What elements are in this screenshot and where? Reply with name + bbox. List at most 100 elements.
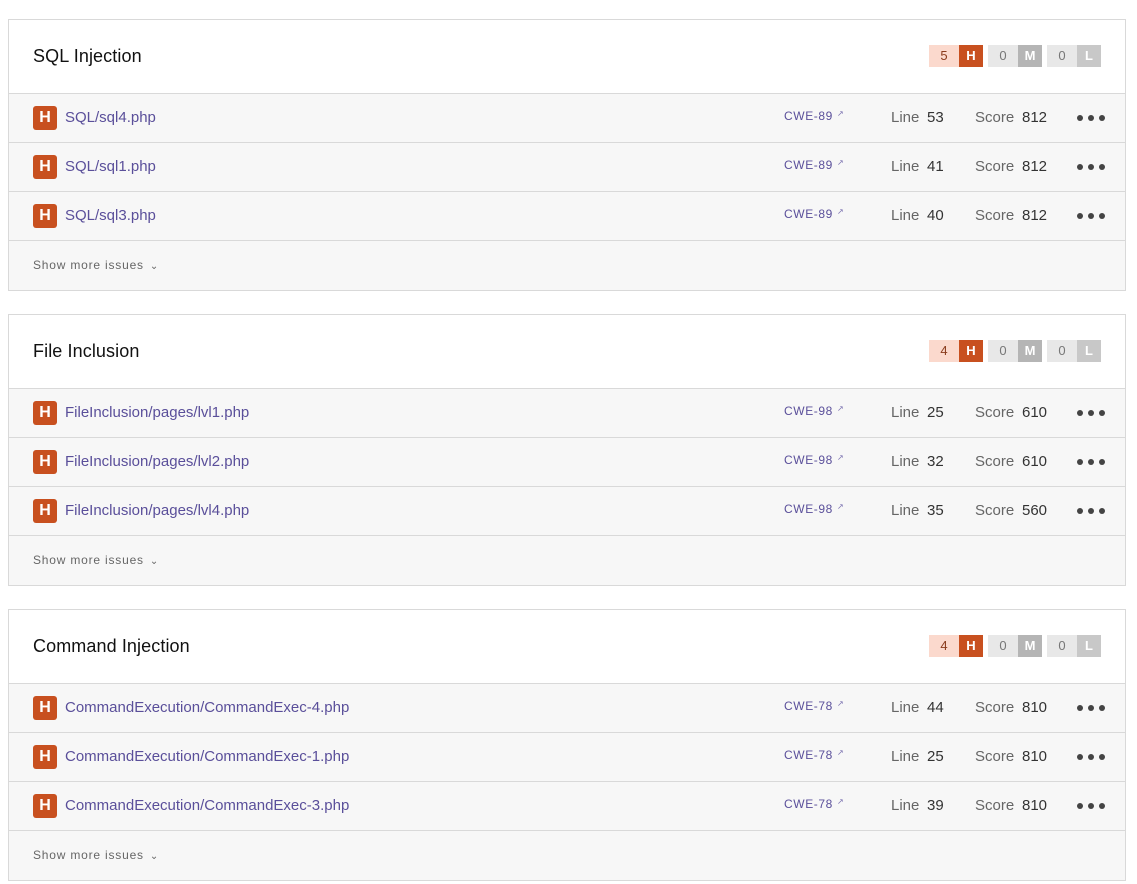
line-number: 32 — [927, 453, 944, 470]
line-number: 41 — [927, 158, 944, 175]
issue-row: H CommandExecution/CommandExec-1.php CWE… — [9, 733, 1125, 782]
issue-row: H FileInclusion/pages/lvl1.php CWE-98 ↗ L… — [9, 389, 1125, 438]
cwe-label: CWE-98 — [784, 453, 833, 467]
line-label: Line — [891, 502, 920, 519]
high-severity-badge: H — [33, 204, 57, 228]
score-label: Score — [975, 699, 1015, 716]
more-dots-icon — [1077, 754, 1083, 760]
medium-count: 0 — [988, 635, 1018, 657]
cwe-label: CWE-98 — [784, 502, 833, 516]
chevron-down-icon: ⌄ — [149, 851, 160, 862]
show-more-issues-button[interactable]: Show more issues ⌄ — [33, 553, 159, 567]
cwe-link[interactable]: CWE-98 ↗ — [784, 404, 844, 418]
cwe-link[interactable]: CWE-89 ↗ — [784, 207, 844, 221]
more-dots-icon — [1077, 213, 1083, 219]
score-label: Score — [975, 404, 1015, 421]
chevron-down-icon: ⌄ — [149, 556, 160, 567]
more-actions-button[interactable] — [1077, 206, 1105, 226]
severity-counts: 4 H 0 M 0 L — [929, 635, 1101, 657]
score-value: 812 — [1022, 158, 1048, 175]
cwe-link[interactable]: CWE-78 ↗ — [784, 748, 844, 762]
cwe-label: CWE-78 — [784, 797, 833, 811]
issue-file-link[interactable]: FileInclusion/pages/lvl4.php — [65, 502, 249, 519]
score-label: Score — [975, 797, 1015, 814]
issue-row: H SQL/sql1.php CWE-89 ↗ Line 41 Score 812 — [9, 143, 1125, 192]
more-actions-button[interactable] — [1077, 747, 1105, 767]
line-number: 44 — [927, 699, 944, 716]
issue-file-link[interactable]: CommandExecution/CommandExec-4.php — [65, 699, 349, 716]
issue-file-link[interactable]: SQL/sql4.php — [65, 109, 156, 126]
cwe-link[interactable]: CWE-98 ↗ — [784, 453, 844, 467]
high-severity-badge: H — [33, 401, 57, 425]
high-severity-badge: H — [33, 794, 57, 818]
line-label: Line — [891, 699, 920, 716]
high-severity-badge: H — [33, 696, 57, 720]
external-link-icon: ↗ — [836, 699, 845, 708]
cwe-link[interactable]: CWE-89 ↗ — [784, 158, 844, 172]
issue-file-link[interactable]: CommandExecution/CommandExec-3.php — [65, 797, 349, 814]
line-number: 25 — [927, 748, 944, 765]
external-link-icon: ↗ — [836, 453, 845, 462]
line-label: Line — [891, 207, 920, 224]
more-actions-button[interactable] — [1077, 452, 1105, 472]
score-label: Score — [975, 748, 1015, 765]
high-letter: H — [959, 45, 983, 67]
issue-row: H FileInclusion/pages/lvl4.php CWE-98 ↗ L… — [9, 487, 1125, 536]
external-link-icon: ↗ — [836, 748, 845, 757]
more-dots-icon — [1077, 115, 1083, 121]
medium-letter: M — [1018, 340, 1042, 362]
show-more-issues-button[interactable]: Show more issues ⌄ — [33, 258, 159, 272]
high-severity-badge: H — [33, 106, 57, 130]
issue-row: H SQL/sql4.php CWE-89 ↗ Line 53 Score 812 — [9, 94, 1125, 143]
more-actions-button[interactable] — [1077, 501, 1105, 521]
show-more-issues-button[interactable]: Show more issues ⌄ — [33, 848, 159, 862]
score-label: Score — [975, 158, 1015, 175]
high-severity-badge: H — [33, 745, 57, 769]
issue-row: H CommandExecution/CommandExec-3.php CWE… — [9, 782, 1125, 831]
severity-counts: 5 H 0 M 0 L — [929, 45, 1101, 67]
issue-file-link[interactable]: FileInclusion/pages/lvl2.php — [65, 453, 249, 470]
more-actions-button[interactable] — [1077, 796, 1105, 816]
more-actions-button[interactable] — [1077, 157, 1105, 177]
show-more-row: Show more issues ⌄ — [9, 831, 1125, 880]
cwe-link[interactable]: CWE-89 ↗ — [784, 109, 844, 123]
cwe-label: CWE-89 — [784, 158, 833, 172]
line-number: 25 — [927, 404, 944, 421]
issue-file-link[interactable]: CommandExecution/CommandExec-1.php — [65, 748, 349, 765]
cwe-link[interactable]: CWE-98 ↗ — [784, 502, 844, 516]
cwe-link[interactable]: CWE-78 ↗ — [784, 797, 844, 811]
line-label: Line — [891, 109, 920, 126]
line-label: Line — [891, 797, 920, 814]
score-value: 560 — [1022, 502, 1048, 519]
issue-file-link[interactable]: FileInclusion/pages/lvl1.php — [65, 404, 249, 421]
external-link-icon: ↗ — [836, 158, 845, 167]
line-label: Line — [891, 158, 920, 175]
more-dots-icon — [1077, 705, 1083, 711]
score-value: 610 — [1022, 404, 1048, 421]
show-more-row: Show more issues ⌄ — [9, 241, 1125, 290]
show-more-row: Show more issues ⌄ — [9, 536, 1125, 585]
issue-group-file-inclusion: File Inclusion 4 H 0 M 0 L H FileInclusi… — [8, 314, 1126, 586]
cwe-link[interactable]: CWE-78 ↗ — [784, 699, 844, 713]
score-label: Score — [975, 109, 1015, 126]
score-value: 610 — [1022, 453, 1048, 470]
cwe-label: CWE-89 — [784, 207, 833, 221]
chevron-down-icon: ⌄ — [149, 261, 160, 272]
score-label: Score — [975, 502, 1015, 519]
issue-file-link[interactable]: SQL/sql1.php — [65, 158, 156, 175]
score-value: 810 — [1022, 797, 1048, 814]
high-severity-badge: H — [33, 155, 57, 179]
line-number: 53 — [927, 109, 944, 126]
low-letter: L — [1077, 635, 1101, 657]
external-link-icon: ↗ — [836, 502, 845, 511]
external-link-icon: ↗ — [836, 207, 845, 216]
more-actions-button[interactable] — [1077, 403, 1105, 423]
issue-file-link[interactable]: SQL/sql3.php — [65, 207, 156, 224]
low-letter: L — [1077, 340, 1101, 362]
group-header: File Inclusion 4 H 0 M 0 L — [9, 315, 1125, 389]
more-actions-button[interactable] — [1077, 698, 1105, 718]
more-dots-icon — [1077, 508, 1083, 514]
more-actions-button[interactable] — [1077, 108, 1105, 128]
score-value: 812 — [1022, 109, 1048, 126]
issue-group-command-injection: Command Injection 4 H 0 M 0 L H CommandE… — [8, 609, 1126, 881]
